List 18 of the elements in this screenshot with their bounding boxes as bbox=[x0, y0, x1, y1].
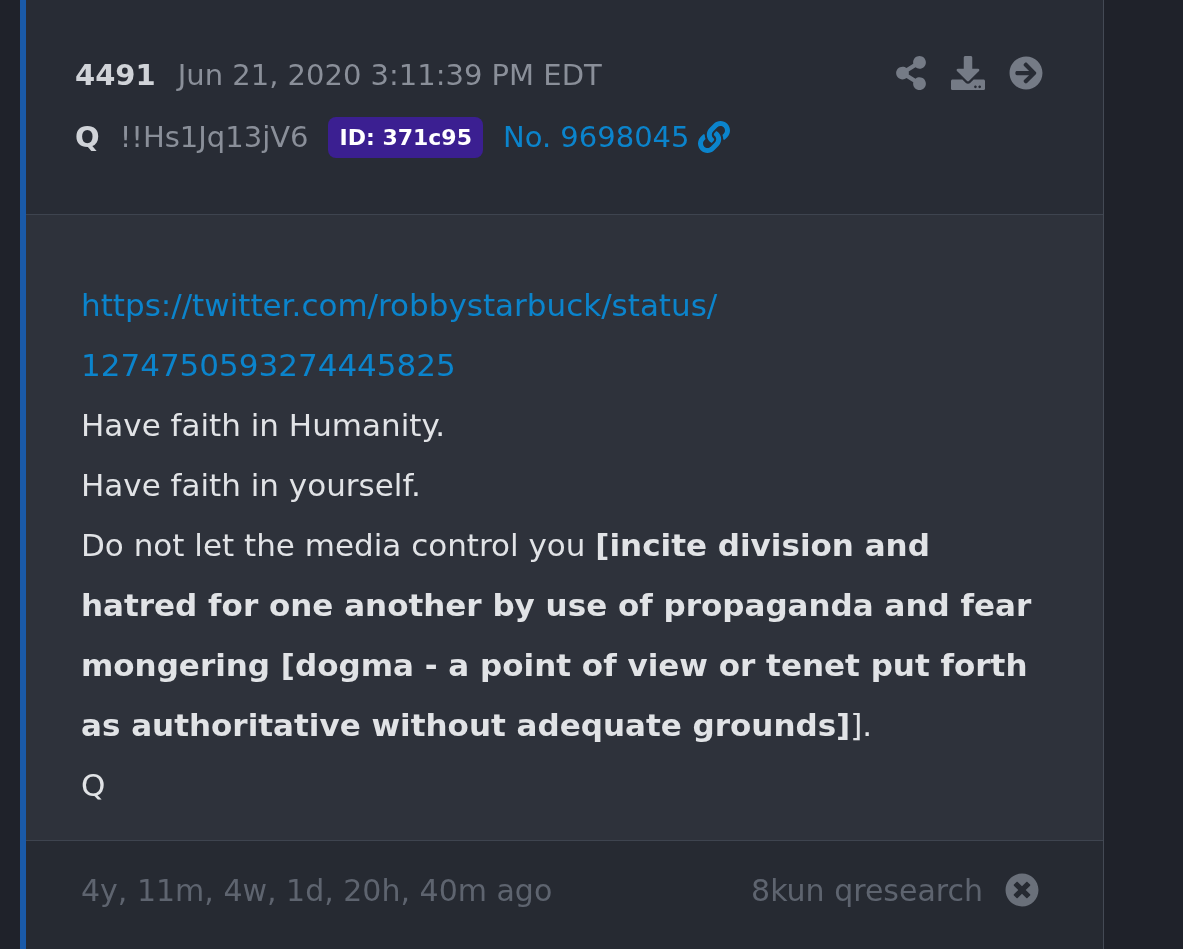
author-name: Q bbox=[75, 118, 100, 156]
id-badge: ID: 371c95 bbox=[328, 116, 483, 158]
post-text: Have faith in Humanity. bbox=[81, 406, 447, 445]
tripcode: !!Hs1Jq13jV6 bbox=[119, 118, 309, 156]
source-label: 8kun qresearch bbox=[751, 871, 983, 910]
post-date: Jun 21, 2020 3:11:39 PM EDT bbox=[177, 57, 602, 94]
post-text: Have faith in yourself. bbox=[81, 466, 422, 505]
post-number: 4491 bbox=[75, 57, 156, 94]
post-text: Do not let the media control you [incite division and hatred for one another by use of propaganda and fear mongering [dogma - a point of view or tenet put forth as authoritative without adequate grounds]]. bbox=[81, 526, 1033, 745]
close-icon[interactable] bbox=[1005, 873, 1039, 907]
arrow-right-icon[interactable] bbox=[1009, 56, 1043, 90]
download-icon[interactable] bbox=[951, 56, 985, 90]
post-link[interactable]: No. 9698045 bbox=[502, 115, 730, 159]
link-icon bbox=[697, 121, 730, 154]
post-text: Q bbox=[81, 766, 107, 805]
share-icon[interactable] bbox=[895, 56, 927, 90]
post-age: 4y, 11m, 4w, 1d, 20h, 40m ago bbox=[81, 871, 553, 910]
tweet-link[interactable]: https://twitter.com/robbystarbuck/status/1274750593274445825 bbox=[81, 275, 721, 395]
